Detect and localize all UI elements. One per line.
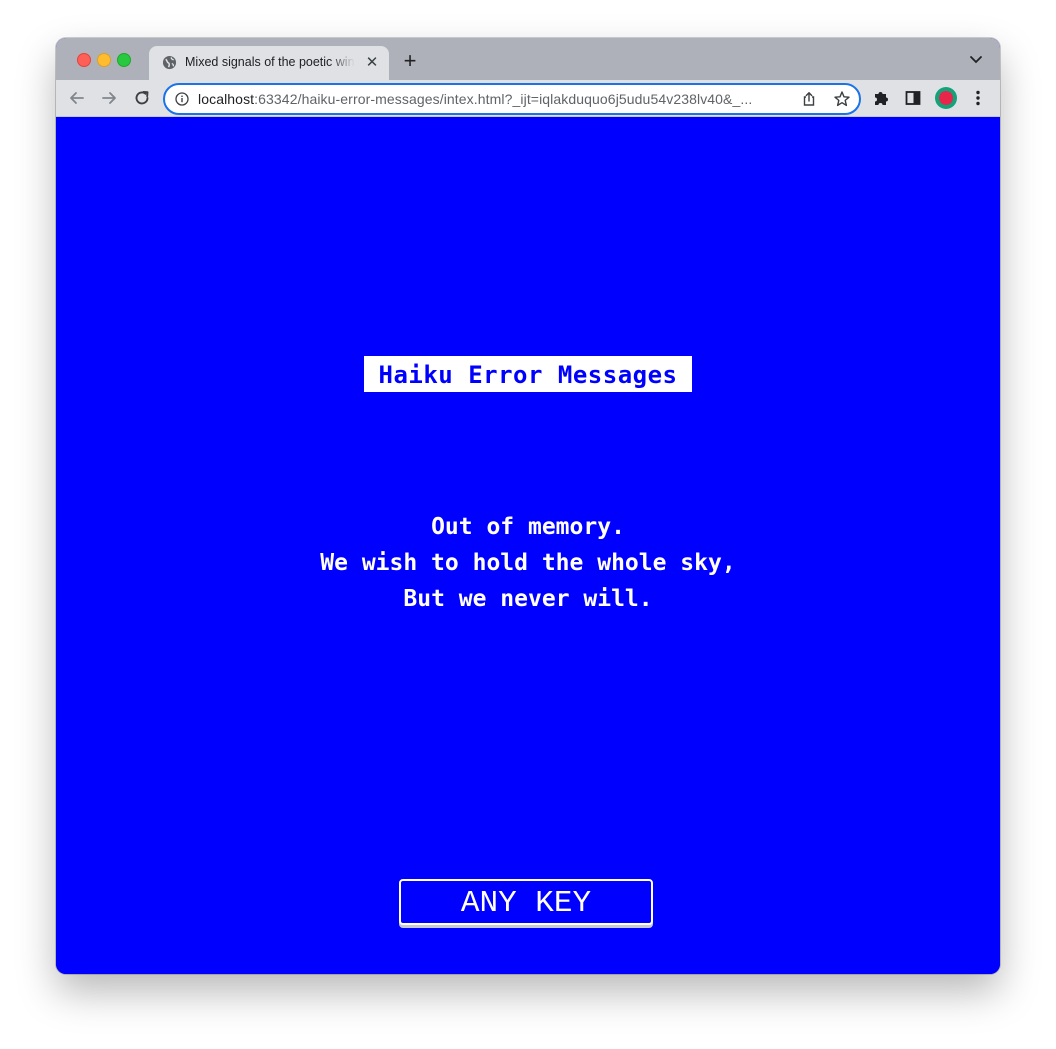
minimize-window-button[interactable] <box>97 53 111 67</box>
profile-avatar[interactable] <box>935 87 957 109</box>
arrow-right-icon[interactable] <box>99 88 119 108</box>
zoom-window-button[interactable] <box>117 53 131 67</box>
url-text[interactable]: localhost:63342/haiku-error-messages/int… <box>198 91 793 107</box>
address-bar[interactable]: localhost:63342/haiku-error-messages/int… <box>163 83 861 115</box>
browser-window: Mixed signals of the poetic wind ✕ + loc… <box>56 38 1000 974</box>
side-panel-icon[interactable] <box>903 88 923 108</box>
page-content: Haiku Error Messages Out of memory. We w… <box>56 117 1000 974</box>
share-icon[interactable] <box>801 91 817 107</box>
haiku-line-2: We wish to hold the whole sky, <box>320 550 736 576</box>
info-icon[interactable] <box>175 92 189 106</box>
globe-icon <box>162 55 177 70</box>
any-key-button[interactable]: ANY KEY <box>399 879 653 925</box>
kebab-menu-icon[interactable] <box>968 88 988 108</box>
tab-title: Mixed signals of the poetic wind <box>185 55 355 69</box>
url-host: localhost <box>198 91 255 107</box>
haiku-line-3: But we never will. <box>403 586 653 612</box>
browser-tab[interactable]: Mixed signals of the poetic wind ✕ <box>149 46 389 80</box>
arrow-left-icon[interactable] <box>67 88 87 108</box>
page-title: Haiku Error Messages <box>364 356 692 392</box>
tab-strip: Mixed signals of the poetic wind ✕ + <box>56 38 1000 80</box>
haiku-message: Out of memory. We wish to hold the whole… <box>228 509 828 617</box>
url-path: :63342/haiku-error-messages/intex.html?_… <box>254 91 753 107</box>
close-window-button[interactable] <box>77 53 91 67</box>
close-icon[interactable]: ✕ <box>364 55 380 71</box>
chevron-down-icon[interactable] <box>968 53 984 67</box>
plus-icon[interactable]: + <box>400 50 420 72</box>
star-icon[interactable] <box>833 90 851 108</box>
haiku-line-1: Out of memory. <box>431 514 625 540</box>
puzzle-icon[interactable] <box>871 88 891 108</box>
reload-icon[interactable] <box>132 88 152 108</box>
browser-toolbar: localhost:63342/haiku-error-messages/int… <box>56 80 1000 117</box>
